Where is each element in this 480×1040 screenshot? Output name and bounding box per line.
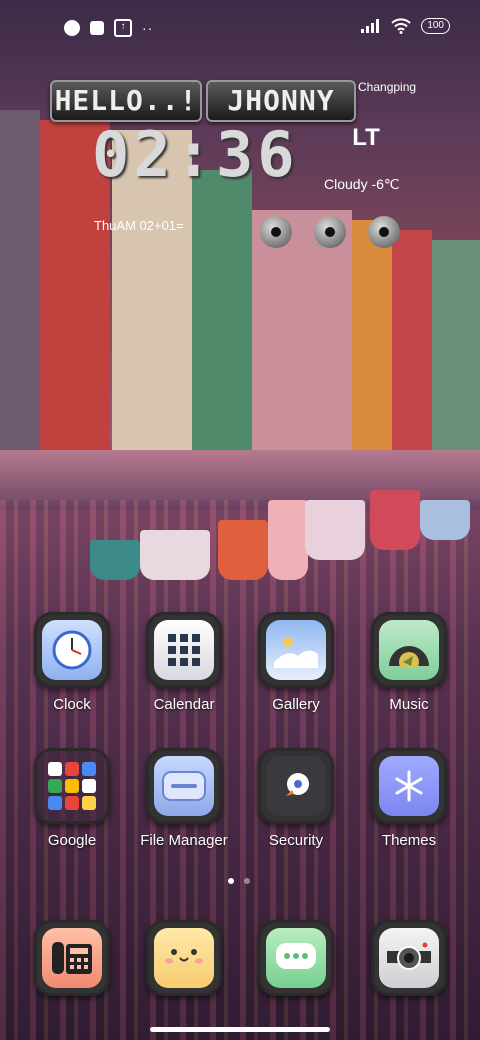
messages-icon [276,943,316,969]
page-indicator[interactable] [228,878,250,884]
app-label: Security [268,832,324,849]
phone-icon [52,942,92,974]
app-label: Music [389,696,429,713]
clock-icon [52,630,92,670]
battery-level: 100 [427,20,444,31]
weather-label[interactable]: Cloudy -6℃ [324,176,400,193]
notification-app-icon [64,20,80,36]
file-manager-icon [162,771,206,801]
app-music[interactable]: Music [353,612,465,713]
clock-time[interactable]: 02:36 [92,118,299,191]
app-label: File Manager [140,832,228,849]
brand-logo: LT [346,124,386,160]
widget-knob-left[interactable] [260,216,292,248]
calendar-icon [168,634,200,666]
app-calendar[interactable]: Calendar [128,612,240,713]
logo-text: LT [352,124,380,151]
dock-messages[interactable] [240,920,352,996]
city-label[interactable]: Changping [358,80,416,94]
status-bar: ↑ ·· 100 [0,0,480,56]
upload-icon: ↑ [114,19,132,37]
app-clock[interactable]: Clock [16,612,128,713]
hello-text: HELLO..! [54,84,198,117]
security-icon [286,773,309,796]
hello-plate[interactable]: HELLO..! [50,80,202,122]
app-label: Gallery [272,696,320,713]
square-icon [90,21,104,35]
widget-knob-center[interactable] [314,216,346,248]
themes-icon [395,770,423,802]
more-dots-icon: ·· [142,20,154,36]
app-folder-google[interactable]: Google [16,748,128,849]
app-label: Google [47,832,97,849]
app-themes[interactable]: Themes [353,748,465,849]
wifi-icon [391,18,412,34]
app-file-manager[interactable]: File Manager [128,748,240,849]
signal-icon [361,19,380,33]
dock-phone[interactable] [16,920,128,996]
page-dot-2[interactable] [244,878,250,884]
app-security[interactable]: Security [240,748,352,849]
music-icon [389,646,429,668]
dock-camera[interactable] [353,920,465,996]
gallery-icon [274,637,318,668]
app-label: Clock [53,696,91,713]
page-dot-1[interactable] [228,878,234,884]
google-folder-icon [48,762,96,810]
date-label: ThuAM 02+01= [94,218,184,233]
camera-icon [387,942,431,970]
name-plate[interactable]: JHONNY [206,80,356,122]
app-gallery[interactable]: Gallery [240,612,352,713]
app-label: Calendar [153,696,215,713]
widget-knob-right[interactable] [368,216,400,248]
dock-messenger[interactable] [128,920,240,996]
home-indicator[interactable] [150,1027,330,1032]
messenger-face-icon [165,949,203,964]
app-label: Themes [381,832,437,849]
name-text: JHONNY [227,84,335,117]
battery-icon: 100 [421,18,450,34]
